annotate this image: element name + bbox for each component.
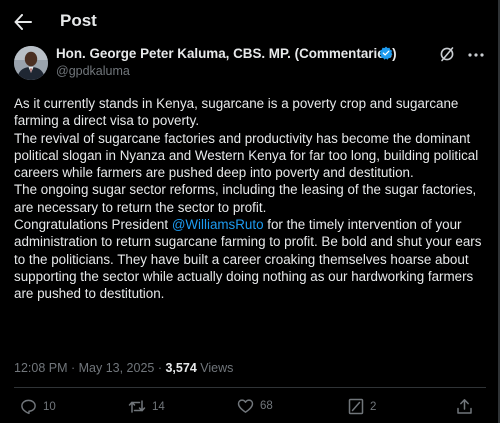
repost-count: 14: [152, 400, 165, 413]
avatar[interactable]: [14, 46, 48, 80]
share-button[interactable]: [456, 398, 473, 415]
meta-separator: ·: [67, 361, 79, 375]
bookmark-icon: [348, 398, 364, 415]
divider: [14, 387, 486, 388]
meta-separator: ·: [154, 361, 166, 375]
grok-icon[interactable]: [439, 46, 455, 62]
post-author: Hon. George Peter Kaluma, CBS. MP. (Comm…: [14, 46, 484, 86]
avatar-image: [14, 46, 48, 80]
mention-link[interactable]: @WilliamsRuto: [172, 217, 264, 232]
repost-button[interactable]: 14: [128, 398, 165, 415]
post-text-segment: Congratulations President: [14, 217, 172, 233]
reply-count: 10: [43, 400, 56, 413]
views-label: Views: [196, 361, 234, 375]
reply-icon: [21, 399, 36, 415]
heart-icon: [237, 399, 254, 413]
bookmark-button[interactable]: 2: [348, 398, 376, 415]
post-paragraph: The revival of sugarcane factories and p…: [14, 130, 479, 181]
post-time[interactable]: 12:08 PM: [14, 361, 68, 375]
like-button[interactable]: 68: [237, 398, 273, 414]
bookmark-count: 2: [370, 400, 377, 413]
post-text: As it currently stands in Kenya, sugarca…: [14, 95, 488, 303]
action-bar: 10 14 68 2: [0, 398, 498, 422]
reply-button[interactable]: 10: [20, 398, 56, 415]
share-icon: [457, 399, 472, 414]
post-paragraph: Congratulations President @WilliamsRuto …: [14, 216, 488, 302]
author-handle[interactable]: @gpdkaluma: [56, 64, 130, 78]
post-paragraph: As it currently stands in Kenya, sugarca…: [14, 96, 459, 129]
arrow-left-icon: [14, 14, 32, 30]
more-horizontal-icon[interactable]: [466, 48, 486, 62]
post-date[interactable]: May 13, 2025: [79, 361, 155, 375]
back-button[interactable]: [12, 9, 34, 35]
author-name[interactable]: Hon. George Peter Kaluma, CBS. MP. (Comm…: [56, 46, 397, 61]
post-paragraph: The ongoing sugar sector reforms, includ…: [14, 182, 477, 215]
page-title: Post: [60, 11, 97, 30]
post-page: Post Hon. George Peter Kaluma, CBS. MP. …: [0, 0, 500, 423]
verified-badge-icon: [379, 46, 393, 60]
views-count: 3,574: [165, 361, 197, 375]
repost-icon: [128, 400, 146, 413]
post-metadata: 12:08 PM · May 13, 2025 · 3,574 Views: [14, 361, 233, 375]
like-count: 68: [260, 400, 273, 412]
top-bar: Post: [0, 0, 498, 45]
